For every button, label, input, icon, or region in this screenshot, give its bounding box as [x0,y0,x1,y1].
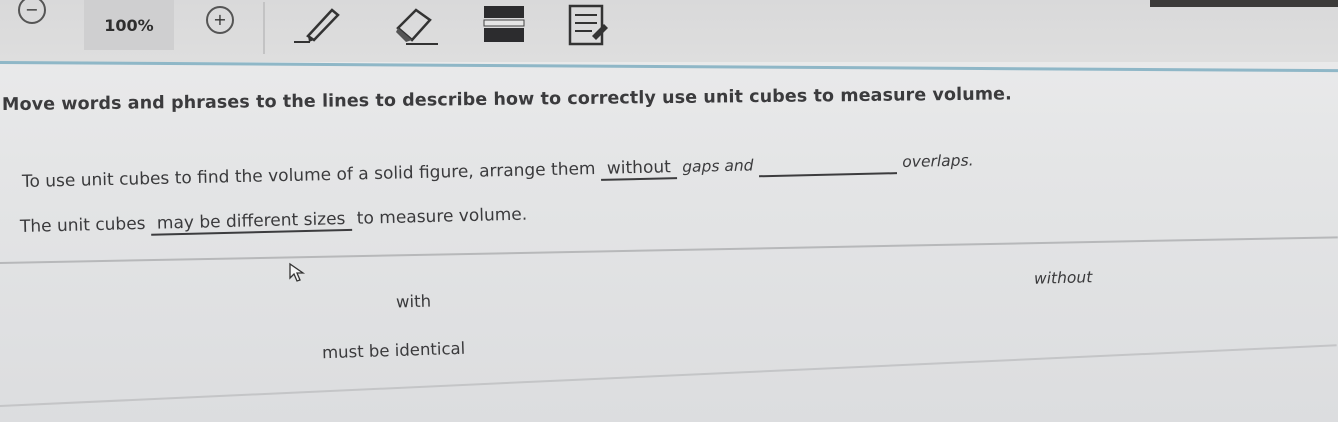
question-instruction: Move words and phrases to the lines to d… [1,84,1012,115]
zoom-out-glyph: − [25,0,39,19]
sentence-1: To use unit cubes to find the volume of … [22,150,974,194]
sentence-1-suffix: overlaps. [902,151,974,172]
highlighter-icon[interactable] [292,2,342,48]
word-bank-with[interactable]: with [392,289,436,313]
sentence-1-prefix: To use unit cubes to find the volume of … [21,158,596,192]
notepad-icon[interactable] [566,2,616,48]
blank-3-filled[interactable]: may be different sizes [150,208,352,236]
blank-1-filled[interactable]: without [600,157,678,181]
sentence-1-middle: gaps and [682,156,754,177]
top-edge-bar [1150,0,1338,7]
sentence-2-suffix: to measure volume. [356,204,528,229]
eraser-icon[interactable] [392,2,442,48]
zoom-level: 100% [84,0,174,50]
toolbar: − 100% + [0,0,1338,62]
mouse-cursor-icon [288,262,308,284]
sentence-2-prefix: The unit cubes [19,213,146,237]
sentence-2: The unit cubes may be different sizes to… [20,205,528,239]
bottom-divider [0,344,1337,407]
toolbar-accent-line [0,61,1338,73]
zoom-in-icon[interactable]: + [206,6,234,34]
word-bank-divider [0,236,1338,264]
word-bank-must-be-identical[interactable]: must be identical [318,337,470,365]
zoom-out-icon[interactable]: − [18,0,46,24]
blank-2-empty[interactable] [758,156,898,178]
zoom-in-glyph: + [213,10,227,29]
word-bank-without[interactable]: without [1030,266,1097,290]
toolbar-divider [263,2,265,54]
line-reader-icon[interactable] [482,2,532,48]
